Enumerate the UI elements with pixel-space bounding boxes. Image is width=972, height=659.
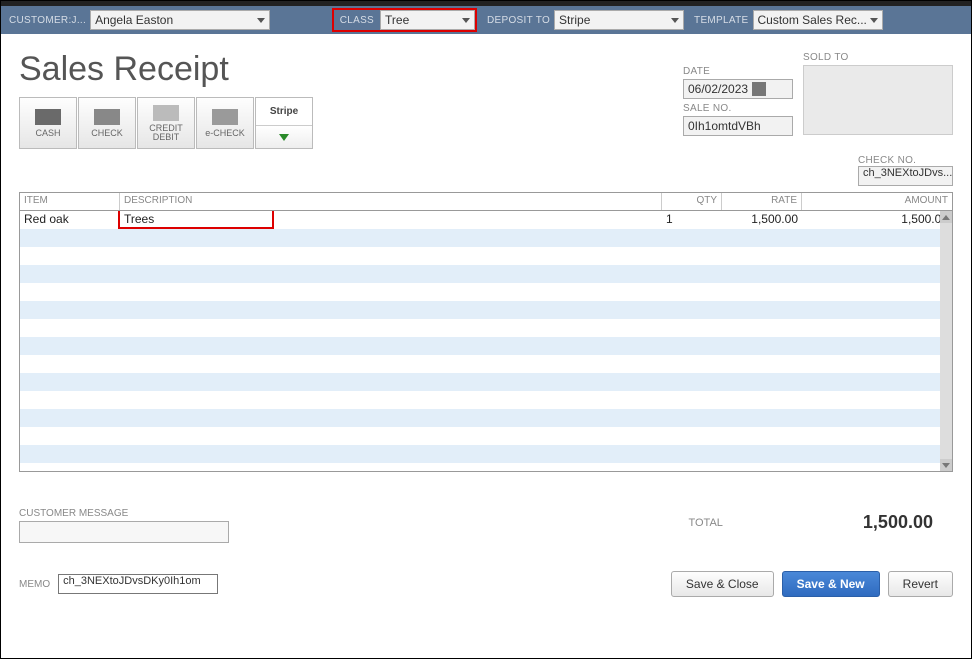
calendar-icon: [752, 82, 766, 96]
class-dropdown[interactable]: Tree: [380, 10, 475, 30]
echeck-button[interactable]: e-CHECK: [196, 97, 254, 149]
chevron-down-icon: [462, 18, 470, 23]
table-row[interactable]: Red oak Trees 1 1,500.00 1,500.00: [20, 211, 952, 229]
header-rate[interactable]: RATE: [722, 193, 802, 210]
stripe-button[interactable]: Stripe: [255, 97, 313, 149]
check-label: CHECK: [91, 128, 123, 138]
table-row[interactable]: [20, 265, 952, 283]
memo-value: ch_3NEXtoJDvsDKy0Ih1om: [63, 575, 201, 587]
table-row[interactable]: [20, 301, 952, 319]
cell-amount[interactable]: 1,500.00: [802, 211, 952, 229]
cash-label: CASH: [35, 128, 60, 138]
class-value: Tree: [385, 13, 409, 27]
card-icon: [153, 105, 179, 121]
date-label: DATE: [683, 66, 793, 77]
credit-debit-button[interactable]: CREDIT DEBIT: [137, 97, 195, 149]
scroll-down-icon[interactable]: [940, 459, 952, 471]
customer-value: Angela Easton: [95, 13, 173, 27]
soldto-label: SOLD TO: [803, 52, 953, 63]
saleno-label: SALE NO.: [683, 103, 793, 114]
total-label: TOTAL: [688, 517, 722, 529]
cell-description[interactable]: Trees: [120, 211, 662, 229]
deposit-label: DEPOSIT TO: [487, 15, 550, 26]
checkno-label: CHECK NO.: [858, 155, 953, 166]
table-row[interactable]: [20, 427, 952, 445]
chevron-down-icon: [257, 18, 265, 23]
payment-method-group: CASH CHECK CREDIT DEBIT e-CHECK: [19, 97, 313, 149]
header-description[interactable]: DESCRIPTION: [120, 193, 662, 210]
customer-dropdown[interactable]: Angela Easton: [90, 10, 270, 30]
saleno-input[interactable]: 0Ih1omtdVBh: [683, 116, 793, 136]
customer-label: CUSTOMER:J...: [9, 15, 86, 26]
template-value: Custom Sales Rec...: [758, 13, 867, 27]
chevron-down-icon: [671, 18, 679, 23]
stripe-expand[interactable]: [256, 126, 312, 148]
page-title: Sales Receipt: [19, 50, 313, 89]
check-icon: [94, 109, 120, 125]
table-row[interactable]: [20, 355, 952, 373]
table-row[interactable]: [20, 409, 952, 427]
template-dropdown[interactable]: Custom Sales Rec...: [753, 10, 883, 30]
table-row[interactable]: [20, 445, 952, 463]
table-header: ITEM DESCRIPTION QTY RATE AMOUNT: [20, 193, 952, 211]
deposit-dropdown[interactable]: Stripe: [554, 10, 684, 30]
table-row[interactable]: [20, 247, 952, 265]
line-items-table: ITEM DESCRIPTION QTY RATE AMOUNT Red oak…: [19, 192, 953, 472]
table-row[interactable]: [20, 283, 952, 301]
scrollbar[interactable]: [940, 211, 952, 471]
credit-label: CREDIT DEBIT: [138, 124, 194, 142]
customer-message-label: CUSTOMER MESSAGE: [19, 508, 229, 519]
checkno-value: ch_3NEXtoJDvs...: [863, 167, 952, 179]
cell-rate[interactable]: 1,500.00: [722, 211, 802, 229]
checkno-input[interactable]: ch_3NEXtoJDvs...: [858, 166, 953, 186]
table-row[interactable]: [20, 373, 952, 391]
saleno-value: 0Ih1omtdVBh: [688, 119, 761, 133]
echeck-label: e-CHECK: [205, 128, 245, 138]
echeck-icon: [212, 109, 238, 125]
chevron-down-icon: [870, 18, 878, 23]
total-value: 1,500.00: [863, 512, 933, 533]
save-close-button[interactable]: Save & Close: [671, 571, 774, 597]
header-item[interactable]: ITEM: [20, 193, 120, 210]
memo-input[interactable]: ch_3NEXtoJDvsDKy0Ih1om: [58, 574, 218, 594]
cell-qty[interactable]: 1: [662, 211, 722, 229]
scroll-up-icon[interactable]: [940, 211, 952, 223]
class-highlight: CLASS Tree: [332, 8, 477, 32]
chevron-down-icon: [279, 134, 289, 141]
date-input[interactable]: 06/02/2023: [683, 79, 793, 99]
table-row[interactable]: [20, 391, 952, 409]
memo-label: MEMO: [19, 579, 50, 590]
date-value: 06/02/2023: [688, 82, 748, 96]
template-label: TEMPLATE: [694, 15, 748, 26]
save-new-button[interactable]: Save & New: [782, 571, 880, 597]
header-qty[interactable]: QTY: [662, 193, 722, 210]
table-body[interactable]: Red oak Trees 1 1,500.00 1,500.00: [20, 211, 952, 471]
table-row[interactable]: [20, 337, 952, 355]
top-bar: CUSTOMER:J... Angela Easton CLASS Tree D…: [1, 6, 971, 34]
revert-button[interactable]: Revert: [888, 571, 953, 597]
deposit-value: Stripe: [559, 13, 590, 27]
cell-description-text: Trees: [124, 212, 154, 226]
cell-item[interactable]: Red oak: [20, 211, 120, 229]
stripe-label: Stripe: [256, 98, 312, 126]
table-row[interactable]: [20, 229, 952, 247]
table-row[interactable]: [20, 319, 952, 337]
cash-icon: [35, 109, 61, 125]
cash-button[interactable]: CASH: [19, 97, 77, 149]
check-button[interactable]: CHECK: [78, 97, 136, 149]
customer-message-dropdown[interactable]: [19, 521, 229, 543]
soldto-box[interactable]: [803, 65, 953, 135]
class-label: CLASS: [334, 15, 380, 26]
header-amount[interactable]: AMOUNT: [802, 193, 952, 210]
